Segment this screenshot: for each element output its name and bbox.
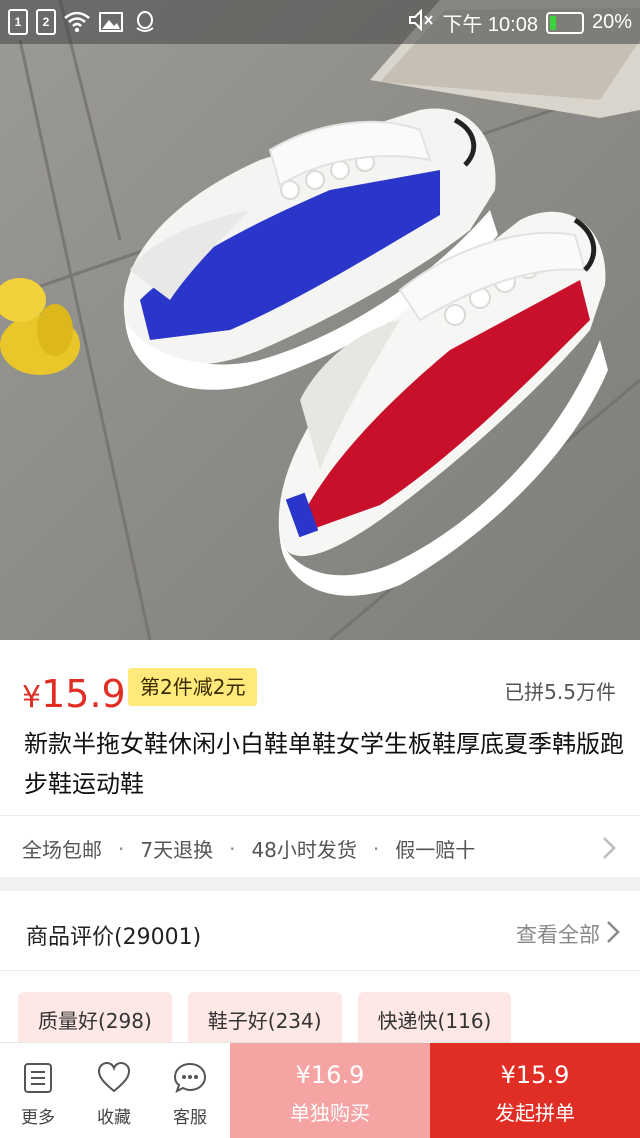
clock: 下午 10:08: [442, 14, 538, 36]
separator-dot: ·: [118, 836, 125, 861]
product-image[interactable]: [0, 0, 640, 640]
reviews-header: 商品评价(29001) 查看全部: [0, 891, 640, 971]
start-group-buy-button[interactable]: ¥15.9 发起拼单: [430, 1043, 640, 1138]
more-button[interactable]: 更多: [0, 1043, 76, 1138]
sim2-label: 2: [42, 15, 50, 29]
view-all-reviews-link[interactable]: 查看全部: [516, 919, 620, 949]
sim1-label: 1: [14, 15, 22, 29]
service-row[interactable]: 全场包邮 · 7天退换 · 48小时发货 · 假一赔十: [0, 815, 640, 877]
currency-symbol: ¥: [22, 680, 42, 715]
bottom-bar: 更多 收藏 客服 ¥16.9 单独购买 ¥15.9 发起拼单: [0, 1042, 640, 1138]
qq-icon: [132, 9, 158, 35]
chevron-right-icon: [606, 920, 620, 949]
status-right: 下午 10:08 20%: [408, 8, 632, 37]
promo-badge: 第2件减2元: [128, 668, 258, 706]
heart-icon: [97, 1061, 131, 1095]
service-return: 7天退换: [140, 838, 214, 862]
service-label: 客服: [173, 1108, 207, 1128]
menu-list-icon: [21, 1061, 55, 1095]
favorite-button[interactable]: 收藏: [76, 1043, 152, 1138]
product-price: ¥15.9: [22, 672, 126, 720]
service-list: 全场包邮 · 7天退换 · 48小时发货 · 假一赔十: [22, 834, 475, 863]
battery-icon: [545, 11, 584, 34]
separator-dot: ·: [372, 836, 380, 861]
section-divider: [0, 877, 640, 891]
solo-label: 单独购买: [290, 1101, 370, 1125]
chevron-right-icon: [602, 836, 616, 864]
status-bar: 1 2 下午 10:08 20%: [0, 0, 640, 44]
battery-percent: 20%: [591, 11, 632, 33]
battery-level: [549, 15, 556, 30]
service-shipping-time: 48小时发货: [251, 838, 357, 862]
sim1-icon: 1: [8, 9, 28, 35]
buy-alone-button[interactable]: ¥16.9 单独购买: [230, 1043, 430, 1138]
group-label: 发起拼单: [495, 1101, 575, 1125]
mute-icon: [408, 8, 434, 37]
solo-price: ¥16.9: [295, 1061, 365, 1089]
more-label: 更多: [21, 1108, 55, 1128]
chat-bubble-icon: [173, 1061, 207, 1095]
product-photo-graphic: [0, 0, 640, 640]
sim2-icon: 2: [36, 9, 56, 35]
view-all-label: 查看全部: [516, 923, 600, 947]
price-value: 15.9: [41, 672, 126, 716]
service-free-shipping: 全场包邮: [22, 838, 102, 862]
sold-count: 已拼5.5万件: [504, 680, 616, 704]
reviews-title: 商品评价(29001): [26, 925, 202, 950]
group-price: ¥15.9: [500, 1061, 570, 1089]
favorite-label: 收藏: [97, 1108, 131, 1128]
wifi-icon: [64, 9, 90, 35]
product-title: 新款半拖女鞋休闲小白鞋单鞋女学生板鞋厚底夏季韩版跑步鞋运动鞋: [24, 730, 624, 798]
separator-dot: ·: [229, 836, 236, 861]
image-icon: [98, 9, 124, 35]
service-authentic: 假一赔十: [395, 838, 476, 862]
customer-service-button[interactable]: 客服: [152, 1043, 228, 1138]
status-left: 1 2: [8, 9, 158, 35]
